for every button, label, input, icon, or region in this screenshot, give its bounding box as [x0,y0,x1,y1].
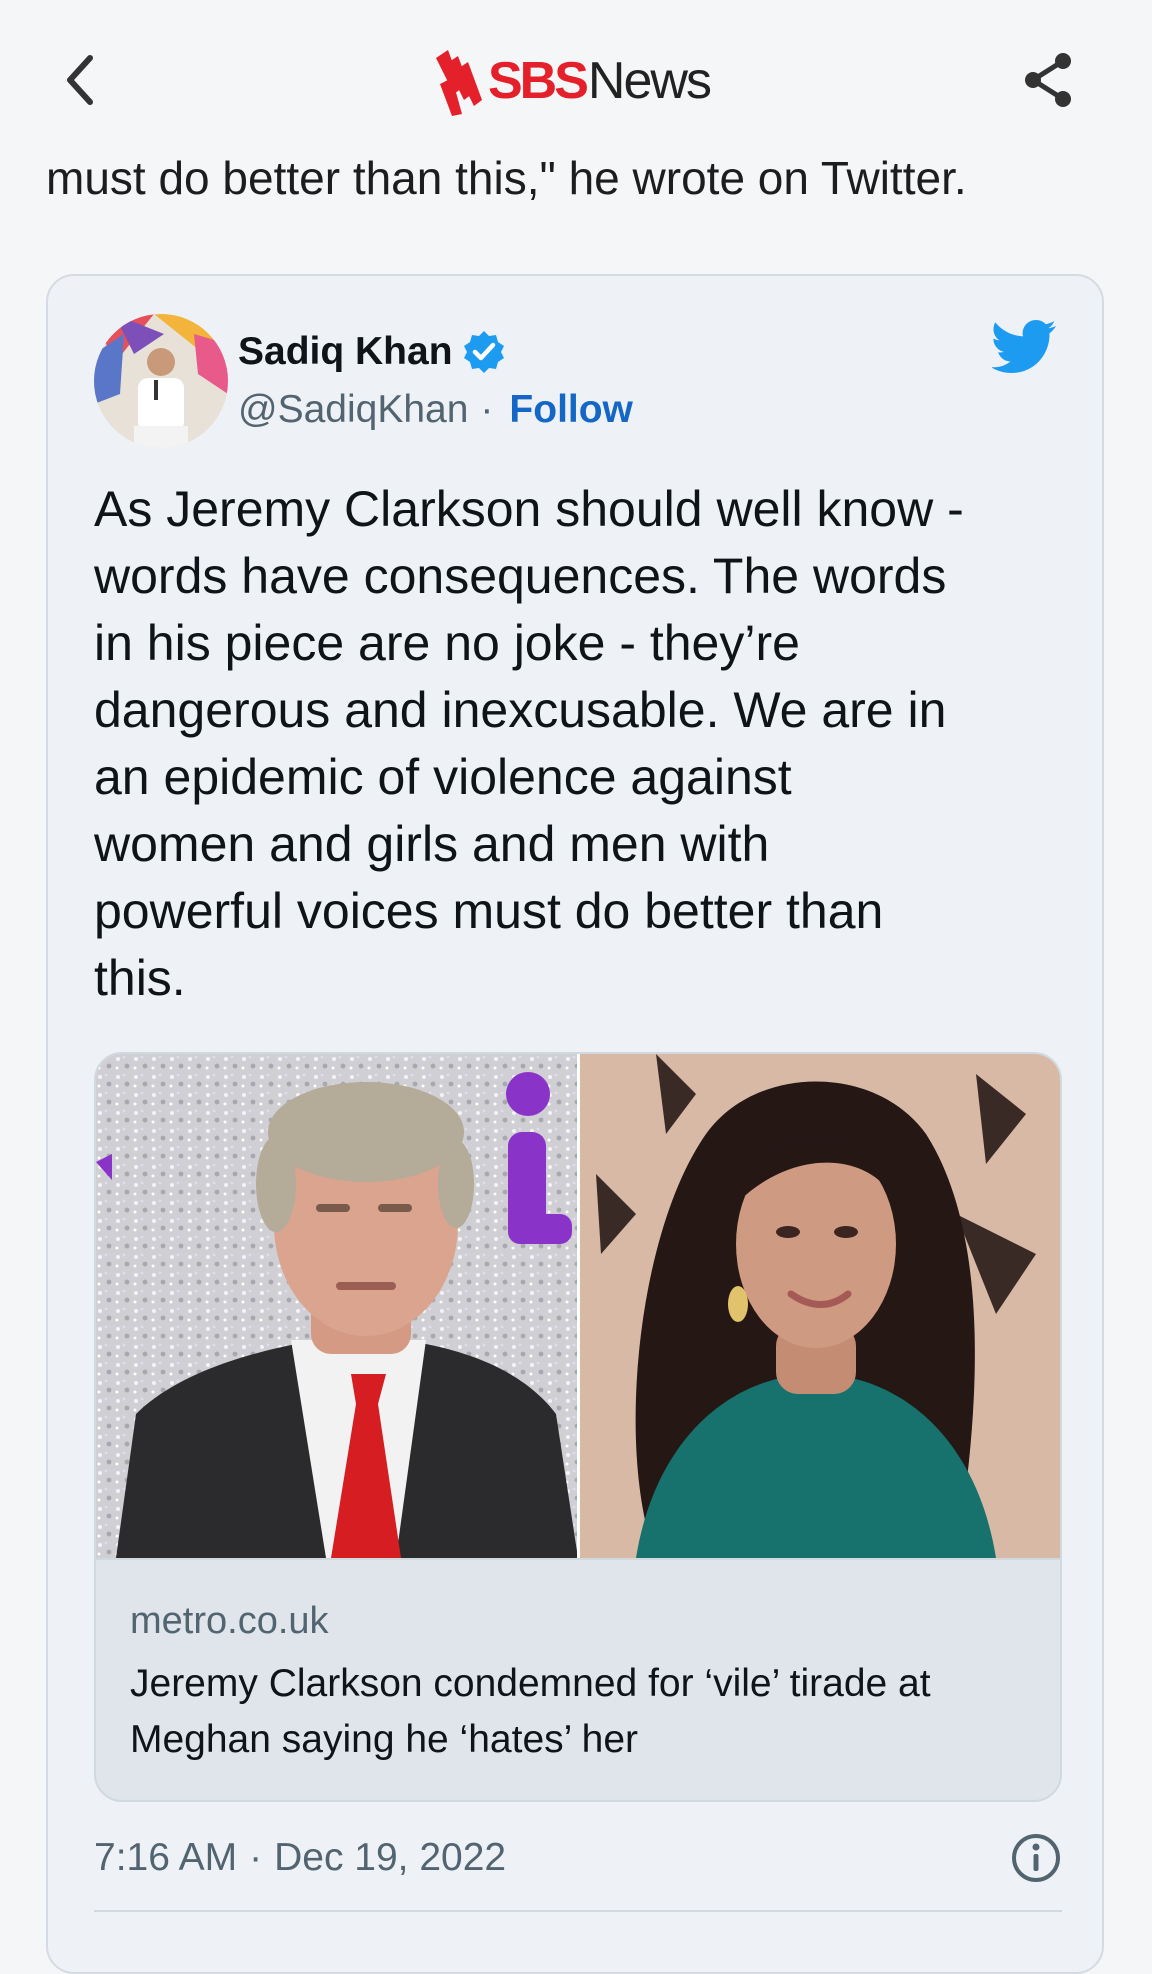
chevron-left-icon [67,55,93,105]
sbs-logo-mark [436,50,482,116]
time-separator: · [249,1836,263,1879]
article-paragraph: must do better than this," he wrote on T… [46,152,967,204]
follow-button[interactable]: Follow [509,388,632,432]
verified-icon [463,331,504,373]
tweet-text: As Jeremy Clarkson should well know - wo… [94,481,964,1006]
author-name-row: Sadiq Khan [238,326,507,378]
info-icon[interactable] [1010,1832,1062,1884]
top-bar: SBS News [0,0,1152,150]
tweet-date[interactable]: Dec 19, 2022 [274,1836,506,1880]
logo-news-text: News [587,52,712,110]
link-card-image [96,1054,1060,1558]
share-button[interactable] [1016,44,1080,116]
logo-sbs-text: SBS [488,52,589,110]
author-handle[interactable]: @SadiqKhan [238,388,468,432]
link-card-title: Jeremy Clarkson condemned for ‘vile’ tir… [130,1662,931,1761]
tweet-footer: 7:16 AM · Dec 19, 2022 [94,1822,1062,1894]
author-name[interactable]: Sadiq Khan [238,330,453,374]
sbs-news-logo[interactable]: SBS News [432,42,712,120]
avatar[interactable] [94,314,228,448]
link-card[interactable]: metro.co.uk Jeremy Clarkson condemned fo… [94,1052,1062,1802]
handle-separator: · [480,388,494,431]
link-card-meta: metro.co.uk Jeremy Clarkson condemned fo… [96,1558,1060,1800]
twitter-bird-icon[interactable] [992,318,1058,374]
back-button[interactable] [48,40,112,120]
link-card-domain: metro.co.uk [130,1600,329,1642]
embedded-tweet[interactable]: Sadiq Khan @SadiqKhan · Follow As Jeremy… [46,274,1104,1974]
tweet-footer-divider [94,1910,1062,1912]
tweet-time[interactable]: 7:16 AM [94,1836,237,1880]
handle-row: @SadiqKhan · Follow [238,384,633,436]
share-icon [1025,53,1071,107]
avatar-image [94,314,228,448]
